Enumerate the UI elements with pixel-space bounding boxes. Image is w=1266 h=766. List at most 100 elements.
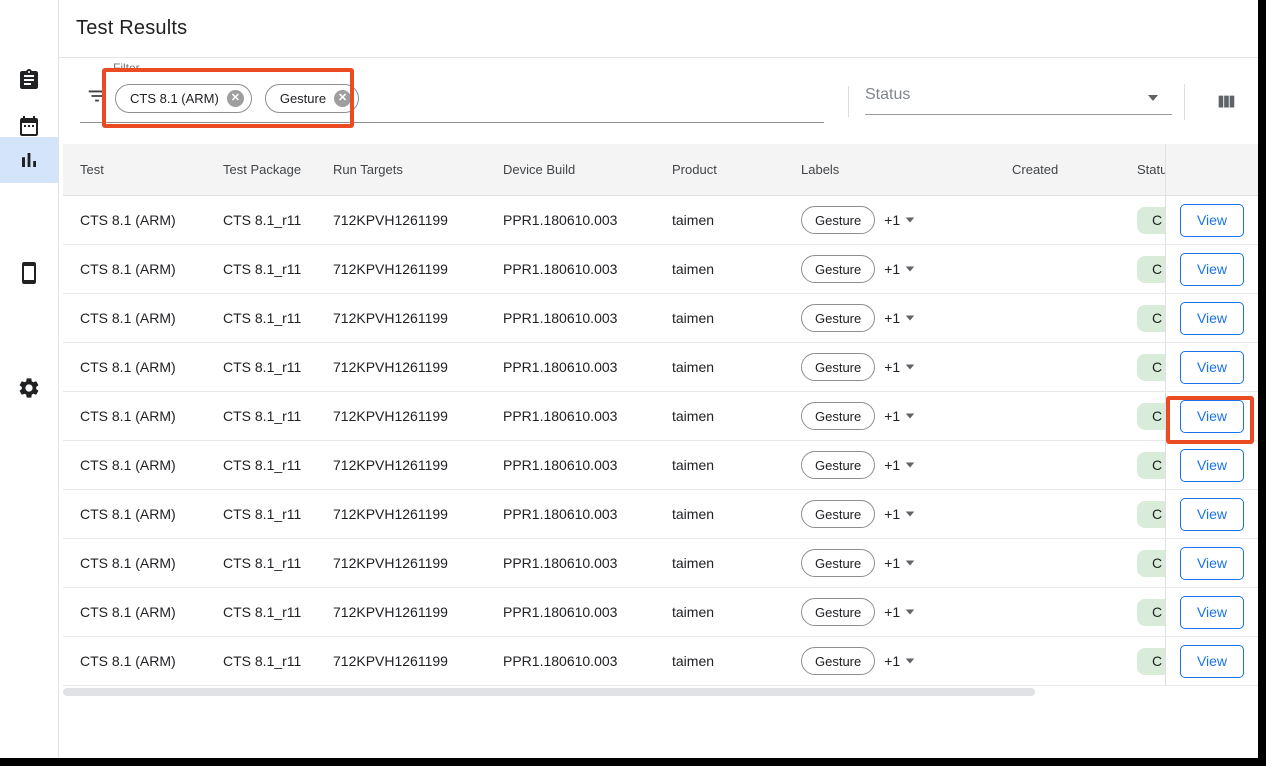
paginator: Items per page: 10 — [0, 712, 1258, 758]
status-chip: C — [1137, 648, 1165, 675]
cell-status: C — [1137, 207, 1165, 234]
label-chip[interactable]: Gesture — [801, 451, 875, 479]
view-button[interactable]: View — [1180, 400, 1244, 433]
labels-more-dropdown[interactable]: +1 — [884, 457, 915, 473]
column-header: Device Build — [503, 162, 672, 177]
cell-device-build: PPR1.180610.003 — [503, 261, 672, 277]
status-select-label: Status — [865, 86, 910, 103]
labels-more-count: +1 — [884, 506, 900, 522]
labels-more-dropdown[interactable]: +1 — [884, 261, 915, 277]
view-button[interactable]: View — [1180, 596, 1244, 629]
cell-product: taimen — [672, 457, 801, 473]
filter-chip[interactable]: CTS 8.1 (ARM) ✕ — [115, 84, 252, 113]
label-chip[interactable]: Gesture — [801, 549, 875, 577]
column-header: Created — [1012, 162, 1137, 177]
cell-labels: Gesture +1 — [801, 451, 1012, 479]
table-row: CTS 8.1 (ARM) CTS 8.1_r11 712KPVH1261199… — [63, 245, 1258, 294]
label-chip[interactable]: Gesture — [801, 598, 875, 626]
test-plans-icon — [17, 68, 41, 92]
table-row: CTS 8.1 (ARM) CTS 8.1_r11 712KPVH1261199… — [63, 637, 1258, 686]
toolbar-divider — [848, 86, 849, 117]
view-button[interactable]: View — [1180, 302, 1244, 335]
app-window: Test Results Filter CTS 8.1 (ARM) ✕ Gest… — [0, 0, 1258, 758]
view-button[interactable]: View — [1180, 253, 1244, 286]
schedule-icon — [17, 114, 41, 138]
labels-more-dropdown[interactable]: +1 — [884, 359, 915, 375]
view-button[interactable]: View — [1180, 449, 1244, 482]
cell-product: taimen — [672, 261, 801, 277]
sidebar-item-settings[interactable] — [0, 365, 58, 411]
labels-more-dropdown[interactable]: +1 — [884, 212, 915, 228]
cell-run-targets: 712KPVH1261199 — [333, 408, 503, 424]
label-chip[interactable]: Gesture — [801, 353, 875, 381]
label-chip[interactable]: Gesture — [801, 206, 875, 234]
table-body: CTS 8.1 (ARM) CTS 8.1_r11 712KPVH1261199… — [63, 196, 1258, 686]
view-columns-icon[interactable] — [1215, 91, 1237, 113]
cell-labels: Gesture +1 — [801, 255, 1012, 283]
label-chip[interactable]: Gesture — [801, 402, 875, 430]
status-chip: C — [1137, 452, 1165, 479]
label-chip-text: Gesture — [815, 458, 861, 473]
label-chip[interactable]: Gesture — [801, 255, 875, 283]
label-chip[interactable]: Gesture — [801, 304, 875, 332]
status-chip: C — [1137, 256, 1165, 283]
cell-test: CTS 8.1 (ARM) — [63, 310, 223, 326]
sidebar-item-test-plans[interactable] — [0, 57, 58, 103]
filter-icon[interactable] — [86, 85, 108, 107]
table-row: CTS 8.1 (ARM) CTS 8.1_r11 712KPVH1261199… — [63, 441, 1258, 490]
filter-field-label: Filter — [113, 61, 140, 75]
cell-test: CTS 8.1 (ARM) — [63, 359, 223, 375]
chip-remove-icon[interactable]: ✕ — [334, 90, 351, 107]
status-chip: C — [1137, 207, 1165, 234]
chip-remove-icon[interactable]: ✕ — [227, 90, 244, 107]
filter-field-underline — [80, 122, 824, 123]
labels-more-dropdown[interactable]: +1 — [884, 653, 915, 669]
label-chip-text: Gesture — [815, 213, 861, 228]
labels-more-dropdown[interactable]: +1 — [884, 604, 915, 620]
cell-run-targets: 712KPVH1261199 — [333, 359, 503, 375]
cell-labels: Gesture +1 — [801, 353, 1012, 381]
page-title: Test Results — [59, 17, 187, 40]
status-chip-text: C — [1152, 555, 1162, 571]
status-chip-text: C — [1152, 653, 1162, 669]
cell-product: taimen — [672, 653, 801, 669]
view-button[interactable]: View — [1180, 645, 1244, 678]
cell-status: C — [1137, 354, 1165, 381]
sidebar — [0, 0, 59, 758]
label-chip-text: Gesture — [815, 507, 861, 522]
filter-chip-label: Gesture — [280, 91, 326, 106]
horizontal-scrollbar[interactable] — [63, 688, 1035, 696]
cell-status: C — [1137, 501, 1165, 528]
table-row: CTS 8.1 (ARM) CTS 8.1_r11 712KPVH1261199… — [63, 392, 1258, 441]
status-filter-select[interactable]: Status — [865, 86, 1172, 115]
main-content: Test Results Filter CTS 8.1 (ARM) ✕ Gest… — [59, 0, 1258, 758]
cell-view: View — [1165, 196, 1258, 244]
view-button[interactable]: View — [1180, 547, 1244, 580]
cell-test-package: CTS 8.1_r11 — [223, 408, 333, 424]
devices-icon — [17, 261, 41, 285]
table-row: CTS 8.1 (ARM) CTS 8.1_r11 712KPVH1261199… — [63, 343, 1258, 392]
labels-more-dropdown[interactable]: +1 — [884, 310, 915, 326]
view-button[interactable]: View — [1180, 498, 1244, 531]
cell-view: View — [1165, 294, 1258, 342]
view-button[interactable]: View — [1180, 351, 1244, 384]
labels-more-dropdown[interactable]: +1 — [884, 408, 915, 424]
status-chip: C — [1137, 403, 1165, 430]
cell-run-targets: 712KPVH1261199 — [333, 261, 503, 277]
label-chip-text: Gesture — [815, 605, 861, 620]
cell-status: C — [1137, 648, 1165, 675]
filter-chip[interactable]: Gesture ✕ — [265, 84, 359, 113]
cell-labels: Gesture +1 — [801, 500, 1012, 528]
labels-more-dropdown[interactable]: +1 — [884, 555, 915, 571]
sidebar-item-test-results[interactable] — [0, 137, 58, 183]
label-chip-text: Gesture — [815, 360, 861, 375]
sidebar-item-devices[interactable] — [0, 250, 58, 296]
settings-icon — [17, 376, 41, 400]
cell-test-package: CTS 8.1_r11 — [223, 506, 333, 522]
labels-more-dropdown[interactable]: +1 — [884, 506, 915, 522]
view-button[interactable]: View — [1180, 204, 1244, 237]
cell-labels: Gesture +1 — [801, 304, 1012, 332]
label-chip[interactable]: Gesture — [801, 500, 875, 528]
label-chip[interactable]: Gesture — [801, 647, 875, 675]
labels-more-count: +1 — [884, 359, 900, 375]
